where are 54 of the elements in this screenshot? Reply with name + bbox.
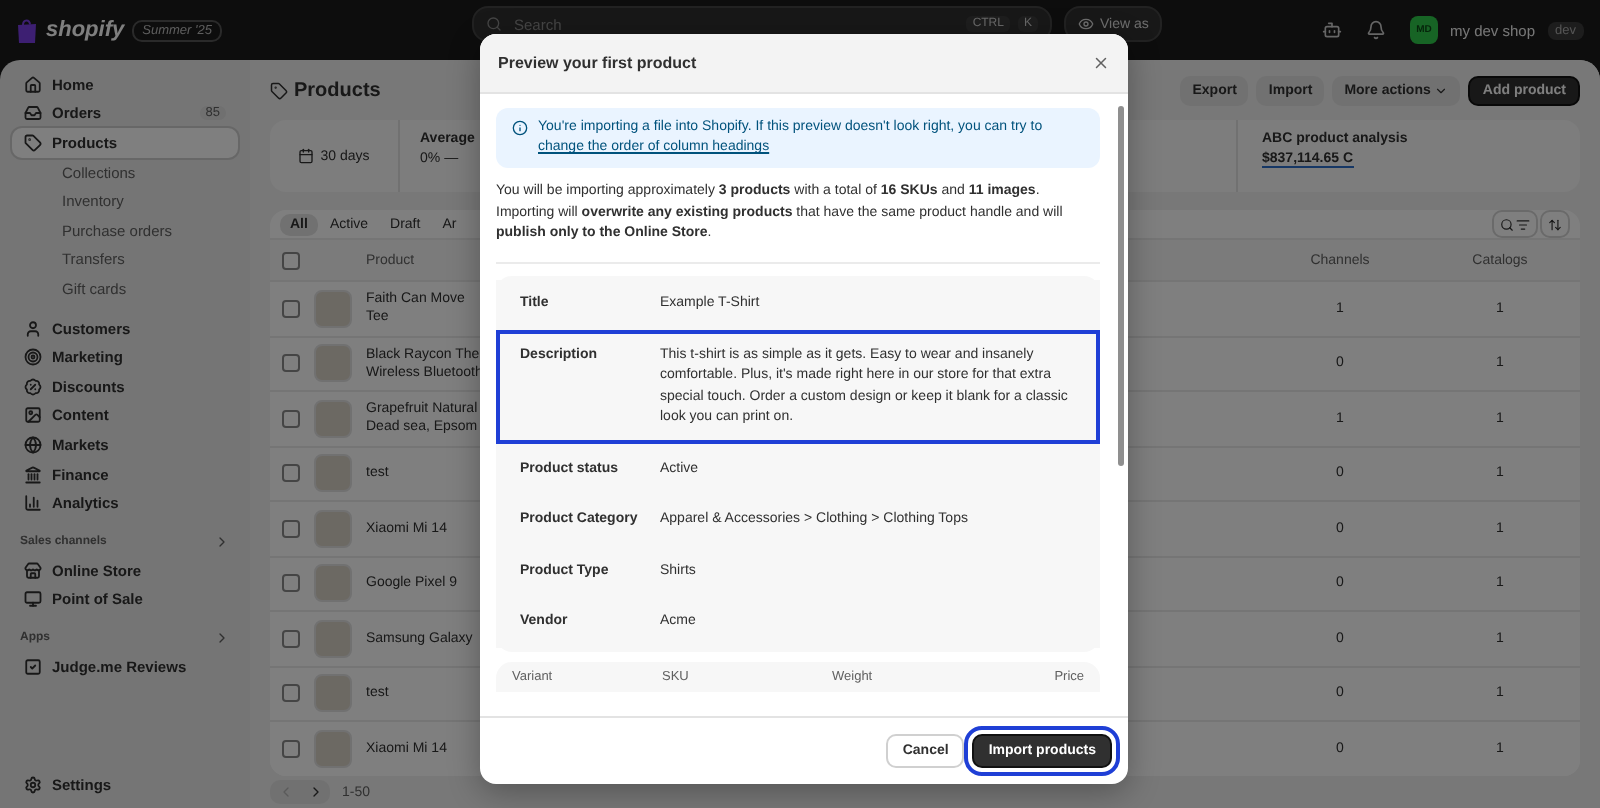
sort-icon [1548,217,1562,231]
dialog-title: Preview your first product [498,54,697,72]
nav-icon [24,435,42,454]
sort-button[interactable] [1540,210,1570,238]
photo-placeholder [314,454,352,493]
search-icon [1500,217,1514,231]
nav-icon [24,657,42,676]
close-button[interactable] [1092,54,1110,72]
nav-icon [24,133,42,152]
row-checkbox[interactable] [282,354,300,373]
chevron-right-icon[interactable] [214,533,230,550]
tag-icon [270,81,288,99]
settings-icon [24,776,42,795]
photo-placeholder [314,509,352,548]
nav-icon [24,406,42,425]
photo-placeholder [314,399,352,438]
eye-icon [1078,16,1094,32]
calendar-icon [298,148,315,164]
photo-placeholder [314,564,352,603]
row-checkbox[interactable] [282,299,300,318]
photo-placeholder [314,674,352,713]
nav-icon [24,494,42,513]
nav-icon [24,561,42,580]
row-checkbox[interactable] [282,574,300,593]
nav-icon [24,590,42,609]
row-checkbox[interactable] [282,739,300,758]
search-icon [486,16,502,32]
nav-icon [24,75,42,94]
nav-icon [24,465,42,484]
notification-bell-icon[interactable] [1365,20,1386,40]
shopping-bag-logo-icon [16,17,38,43]
nav-icon [24,377,42,396]
brand-name[interactable]: shopify [46,18,125,42]
row-checkbox[interactable] [282,684,300,703]
row-checkbox[interactable] [282,629,300,648]
nav-icon [24,348,42,367]
photo-placeholder [314,289,352,328]
page-title: Products [270,79,381,101]
nav-icon [24,104,42,123]
select-all-checkbox[interactable] [282,251,300,269]
filter-icon [1516,217,1530,231]
nav-icon [24,319,42,338]
close-icon [1092,54,1110,72]
photo-placeholder [314,619,352,658]
row-checkbox[interactable] [282,519,300,538]
caret-icon [1434,83,1449,97]
row-checkbox[interactable] [282,464,300,483]
row-checkbox[interactable] [282,409,300,428]
search-filter-button[interactable] [1492,210,1538,238]
chevron-right-icon[interactable] [214,630,230,647]
photo-placeholder [314,344,352,383]
photo-placeholder [314,729,352,768]
robot-icon[interactable] [1321,20,1342,40]
info-icon [512,120,528,136]
